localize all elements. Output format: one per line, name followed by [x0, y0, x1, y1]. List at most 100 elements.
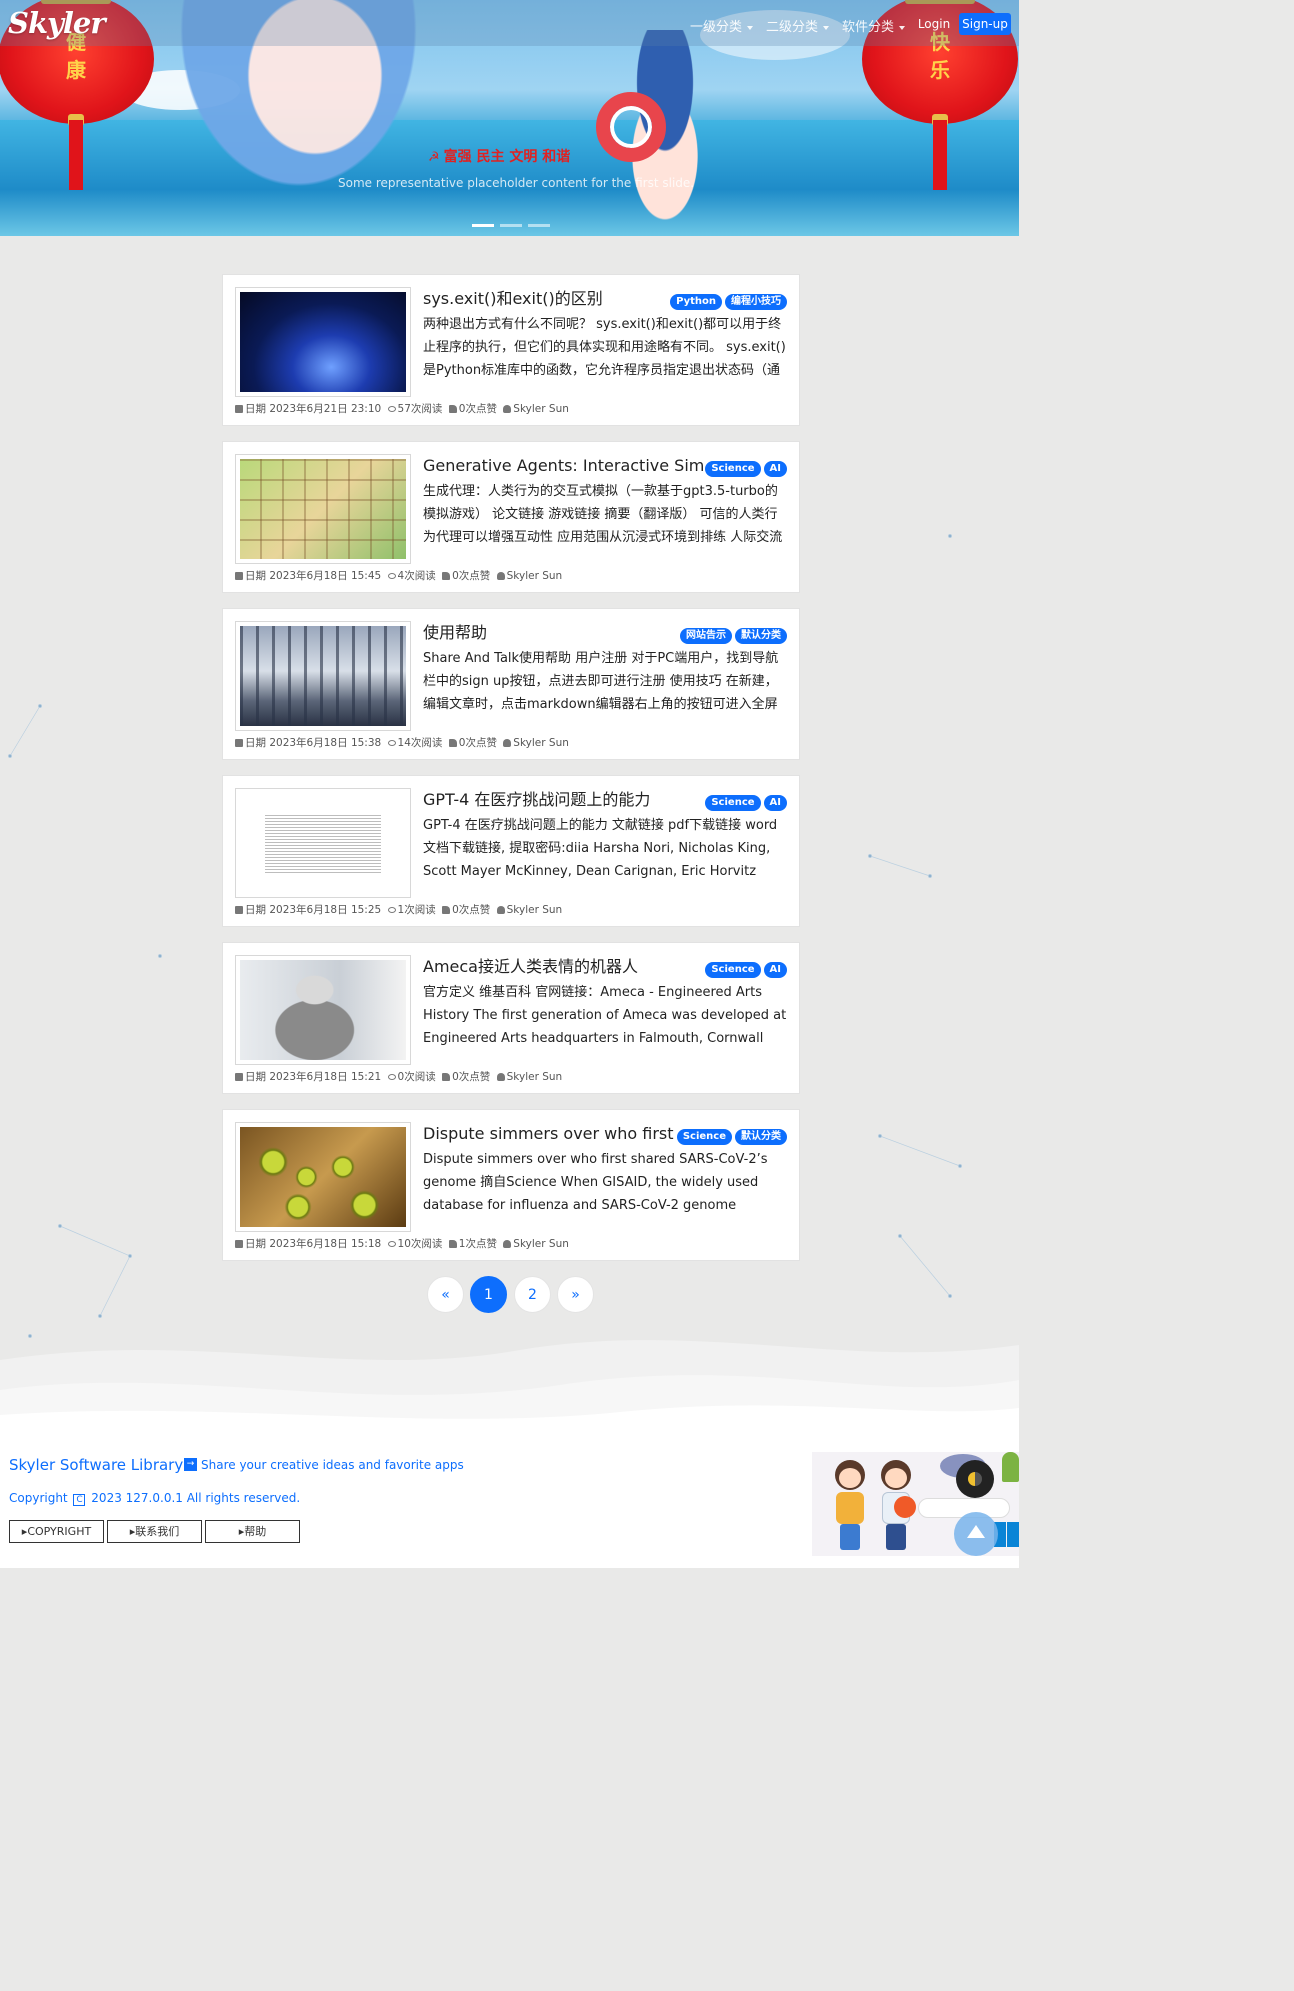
tag-badge[interactable]: 默认分类 [735, 628, 787, 644]
footer-contact-button[interactable]: ▸联系我们 [107, 1520, 202, 1543]
post-title[interactable]: 使用帮助 [423, 621, 705, 645]
post-thumbnail[interactable] [235, 1122, 411, 1232]
theme-toggle-button[interactable] [956, 1460, 994, 1498]
post-thumbnail[interactable] [235, 287, 411, 397]
pagination-page-1[interactable]: 1 [470, 1276, 507, 1313]
post-thumbnail[interactable] [235, 955, 411, 1065]
android-icon [1002, 1452, 1019, 1482]
kid-figure [830, 1460, 870, 1552]
pagination-page-2[interactable]: 2 [514, 1276, 551, 1313]
tag-badge[interactable]: Science [705, 962, 761, 978]
post-thumbnail[interactable] [235, 621, 411, 731]
login-button[interactable]: Login [913, 13, 955, 35]
footer-button-label: 帮助 [244, 1525, 267, 1538]
half-moon-icon [968, 1472, 982, 1486]
post-excerpt: 生成代理：人类行为的交互式模拟（一款基于gpt3.5-turbo的模拟游戏） 论… [423, 484, 783, 545]
post-likes: 0次点赞 [452, 1071, 491, 1083]
carousel-indicator-2[interactable] [500, 224, 522, 227]
tag-badge[interactable]: AI [763, 795, 787, 811]
nav-dropdown-software[interactable]: 软件分类 [842, 16, 906, 35]
carousel-indicator-3[interactable] [528, 224, 550, 227]
post-thumbnail[interactable] [235, 454, 411, 564]
user-icon [503, 1240, 512, 1248]
swim-ring [596, 92, 666, 162]
user-icon [496, 572, 505, 580]
post-title[interactable]: Ameca接近人类表情的机器人 [423, 955, 705, 979]
carousel-indicators [472, 212, 556, 227]
eye-icon [387, 406, 396, 412]
nav-dropdown-level2[interactable]: 二级分类 [766, 16, 830, 35]
tag-badge[interactable]: 编程小技巧 [725, 294, 787, 310]
tag-badge[interactable]: AI [763, 461, 787, 477]
post-author: Skyler Sun [513, 1238, 569, 1250]
calendar-icon [235, 1240, 243, 1248]
chevron-down-icon [747, 25, 754, 30]
post-title[interactable]: Generative Agents: Interactive Simulacra… [423, 454, 705, 478]
footer-copyright-button[interactable]: ▸COPYRIGHT [9, 1520, 104, 1543]
footer-button-label: 联系我们 [135, 1525, 180, 1538]
nav-label: 软件分类 [842, 20, 895, 35]
thumbs-up-icon [448, 405, 457, 413]
eye-icon [387, 573, 396, 579]
post-excerpt: 官方定义 维基百科 官网链接：Ameca - Engineered Arts H… [423, 985, 787, 1046]
nav-label: 一级分类 [690, 20, 743, 35]
tag-badge[interactable]: Science [705, 461, 761, 477]
brand-logo[interactable]: Skyler [8, 6, 106, 40]
post-card[interactable]: Ameca接近人类表情的机器人 Science AI 官方定义 维基百科 官网链接… [222, 942, 800, 1094]
post-meta: 日期 2023年6月18日 15:38 14次阅读 0次点赞 Skyler Su… [235, 735, 572, 750]
pixel-town-image [240, 459, 406, 559]
post-card[interactable]: GPT-4 在医疗挑战问题上的能力 Science AI GPT-4 在医疗挑战问… [222, 775, 800, 927]
back-to-top-button[interactable] [954, 1512, 998, 1556]
copyright-prefix: Copyright [9, 1491, 68, 1505]
footer-wave-decoration [0, 1340, 1019, 1440]
tag-badge[interactable]: 默认分类 [735, 1129, 787, 1145]
post-title[interactable]: sys.exit()和exit()的区别 [423, 287, 705, 311]
footer-help-button[interactable]: ▸帮助 [205, 1520, 300, 1543]
top-navbar: Skyler 一级分类 二级分类 软件分类 Login Sign-up [0, 0, 1019, 46]
post-date: 日期 2023年6月18日 15:21 [245, 1071, 382, 1083]
tag-badge[interactable]: Python [670, 294, 722, 310]
robot-image [240, 960, 406, 1060]
tag-badge[interactable]: Science [705, 795, 761, 811]
calendar-icon [235, 906, 243, 914]
carousel-indicator-1[interactable] [472, 224, 494, 227]
post-title[interactable]: Dispute simmers over who first shared SA… [423, 1122, 678, 1146]
post-views: 14次阅读 [397, 737, 443, 749]
chevron-down-icon [899, 25, 906, 30]
tag-badge[interactable]: 网站告示 [680, 628, 732, 644]
post-tags: Science AI [702, 456, 787, 477]
post-likes: 1次点赞 [458, 1238, 497, 1250]
post-excerpt: Dispute simmers over who first shared SA… [423, 1152, 768, 1213]
tag-badge[interactable]: AI [763, 962, 787, 978]
carousel-caption-text: Some representative placeholder content … [338, 176, 695, 190]
post-meta: 日期 2023年6月21日 23:10 57次阅读 0次点赞 Skyler Su… [235, 401, 572, 416]
footer-site-name[interactable]: Skyler Software Library [9, 1456, 183, 1474]
chevron-down-icon [823, 25, 830, 30]
calendar-icon [235, 572, 243, 580]
hammer-sickle-icon: ☭ [428, 150, 440, 165]
post-meta: 日期 2023年6月18日 15:18 10次阅读 1次点赞 Skyler Su… [235, 1236, 572, 1251]
thumbs-up-icon [442, 1073, 451, 1081]
arrow-up-icon [967, 1525, 985, 1538]
thumbs-up-icon [448, 1240, 457, 1248]
signup-button[interactable]: Sign-up [959, 13, 1011, 35]
tag-badge[interactable]: Science [676, 1129, 732, 1145]
post-card[interactable]: Generative Agents: Interactive Simulacra… [222, 441, 800, 593]
pagination-next[interactable]: » [557, 1276, 594, 1313]
post-card[interactable]: sys.exit()和exit()的区别 Python 编程小技巧 两种退出方式有… [222, 274, 800, 426]
post-title[interactable]: GPT-4 在医疗挑战问题上的能力 [423, 788, 705, 812]
post-card[interactable]: 使用帮助 网站告示 默认分类 Share And Talk使用帮助 用户注册 对于… [222, 608, 800, 760]
thumbs-up-icon [448, 739, 457, 747]
post-tags: 网站告示 默认分类 [677, 623, 787, 644]
thumbs-up-icon [442, 572, 451, 580]
post-likes: 0次点赞 [458, 403, 497, 415]
eye-icon [387, 1074, 396, 1080]
post-tags: Science AI [702, 790, 787, 811]
pagination-prev[interactable]: « [427, 1276, 464, 1313]
nav-dropdown-level1[interactable]: 一级分类 [690, 16, 754, 35]
calendar-icon [235, 405, 243, 413]
post-card[interactable]: Dispute simmers over who first shared SA… [222, 1109, 800, 1261]
eye-icon [387, 907, 396, 913]
footer-slogan: Share your creative ideas and favorite a… [201, 1458, 464, 1472]
post-thumbnail[interactable] [235, 788, 411, 898]
